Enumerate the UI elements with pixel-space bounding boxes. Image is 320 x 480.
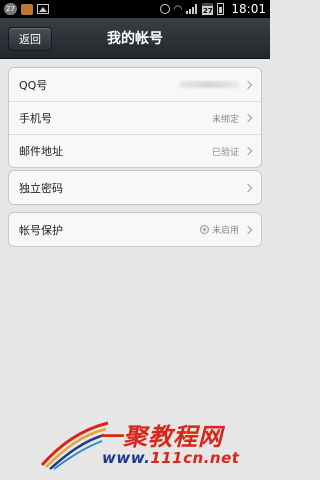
status-indicator-icon: [199, 225, 209, 234]
qq-number-value: [179, 81, 239, 88]
signal-icon: [186, 4, 198, 14]
chevron-right-icon: [245, 114, 253, 122]
watermark-url-prefix: www.: [102, 449, 151, 467]
watermark-title: 一聚教程网: [98, 422, 223, 451]
row-phone-number[interactable]: 手机号 未绑定: [9, 101, 261, 134]
watermark-logo: 一聚教程网 www.111cn.net: [40, 415, 265, 475]
battery-icon: [217, 3, 225, 15]
status-bar-right: ◠ 27 18:01: [159, 2, 266, 16]
back-button[interactable]: 返回: [8, 27, 52, 51]
blurred-qq-number: [179, 81, 239, 88]
calendar-icon: 27: [202, 3, 214, 15]
protection-status-text: 未启用: [211, 226, 239, 236]
row-account-protection[interactable]: 帐号保护 未启用: [9, 213, 261, 246]
row-label: 邮件地址: [19, 145, 63, 158]
password-group: 独立密码: [8, 170, 262, 205]
chevron-right-icon: [245, 147, 253, 155]
phone-status: 未绑定: [211, 114, 239, 125]
chevron-right-icon: [245, 226, 253, 234]
chevron-right-icon: [245, 184, 253, 192]
row-independent-password[interactable]: 独立密码: [9, 171, 261, 204]
watermark-url: www.111cn.net: [102, 449, 239, 467]
protection-group: 帐号保护 未启用: [8, 212, 262, 247]
account-info-group: QQ号 手机号 未绑定 邮件地址 已验证: [8, 67, 262, 168]
row-email-address[interactable]: 邮件地址 已验证: [9, 134, 261, 167]
row-label: 手机号: [19, 112, 52, 125]
row-label: 帐号保护: [19, 223, 63, 237]
image-notification-icon: [37, 4, 49, 14]
notification-badge-icon: 27: [4, 3, 17, 15]
row-label: QQ号: [19, 78, 48, 92]
protection-status: 未启用: [199, 223, 239, 236]
email-status: 已验证: [211, 147, 239, 158]
title-bar: 返回 我的帐号: [0, 18, 270, 59]
watermark-url-main: 111cn.net: [150, 449, 240, 467]
row-qq-number[interactable]: QQ号: [9, 68, 261, 101]
chevron-right-icon: [245, 81, 253, 89]
page-title: 我的帐号: [107, 31, 163, 47]
wifi-icon: ◠: [173, 3, 183, 15]
status-bar: 27 ◠ 27 18:01: [0, 0, 270, 18]
app-notification-icon: [21, 3, 33, 15]
status-time: 18:01: [231, 2, 266, 16]
row-label: 独立密码: [19, 181, 63, 195]
alarm-icon: [159, 4, 170, 14]
status-bar-left: 27: [4, 3, 49, 15]
